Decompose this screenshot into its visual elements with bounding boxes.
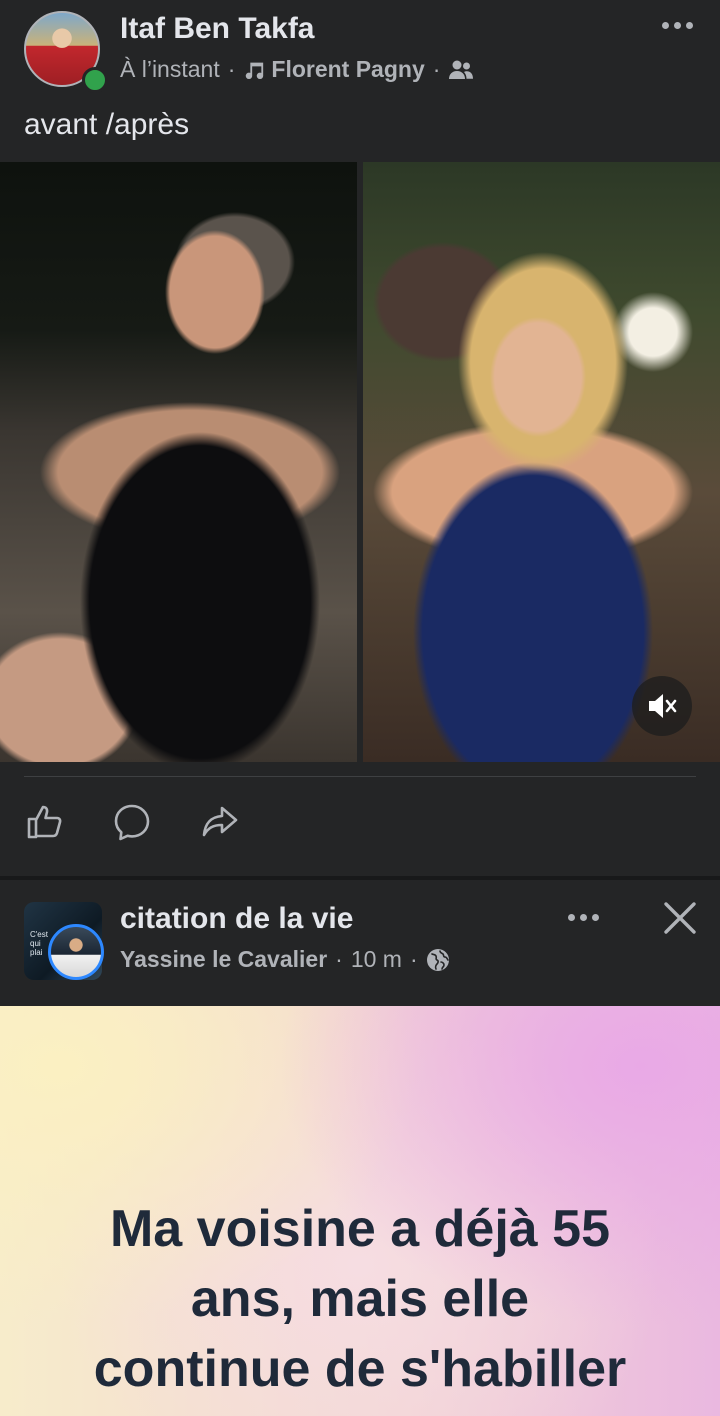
online-status-dot [82, 67, 108, 93]
like-button[interactable] [22, 800, 66, 844]
feed-post: C'est qui plai citation de la vie Yassin… [0, 880, 720, 1416]
share-button[interactable] [198, 800, 242, 844]
post-text: avant /après [24, 108, 190, 141]
mute-icon [649, 694, 677, 718]
post-meta: Yassine le Cavalier · 10 m · [120, 946, 450, 973]
meta-separator: · [227, 56, 236, 82]
close-icon[interactable] [660, 898, 700, 938]
quote-text: Ma voisine a déjà 55 ans, mais elle cont… [0, 1194, 720, 1404]
quote-image[interactable]: Ma voisine a déjà 55 ans, mais elle cont… [0, 1006, 720, 1416]
post-author-name[interactable]: Itaf Ben Takfa [120, 12, 315, 46]
meta-separator-2: · [432, 56, 441, 82]
photo-after[interactable] [363, 162, 720, 762]
poster-avatar[interactable] [48, 924, 104, 980]
quote-line: continue de s'habiller [93, 1340, 627, 1398]
comment-button[interactable] [110, 800, 154, 844]
poster-name[interactable]: Yassine le Cavalier [120, 946, 327, 973]
friends-audience-icon[interactable] [448, 59, 474, 81]
avatar-caption: C'est qui plai [30, 930, 48, 957]
post-more-icon[interactable] [568, 914, 599, 921]
quote-line: ans, mais elle [190, 1270, 530, 1328]
mute-button[interactable] [632, 676, 692, 736]
post-time[interactable]: À l’instant [120, 56, 220, 83]
like-icon [27, 805, 62, 839]
photo-before[interactable] [0, 162, 357, 762]
post-time[interactable]: 10 m [351, 946, 402, 973]
meta-separator: · [335, 946, 343, 972]
actions-divider [24, 776, 696, 777]
comment-icon [114, 804, 150, 841]
quote-line: Ma voisine a déjà 55 [109, 1200, 611, 1258]
globe-icon[interactable] [426, 948, 450, 972]
feed-post: Itaf Ben Takfa À l’instant · Florent Pag… [0, 0, 720, 876]
meta-separator-2: · [409, 946, 418, 972]
song-link[interactable]: Florent Pagny [271, 56, 424, 83]
post-more-icon[interactable] [662, 22, 693, 29]
page-name[interactable]: citation de la vie [120, 902, 353, 936]
music-note-icon [246, 62, 264, 79]
share-icon [202, 806, 238, 837]
author-avatar[interactable] [24, 11, 108, 93]
post-meta: À l’instant · Florent Pagny · [120, 56, 474, 83]
